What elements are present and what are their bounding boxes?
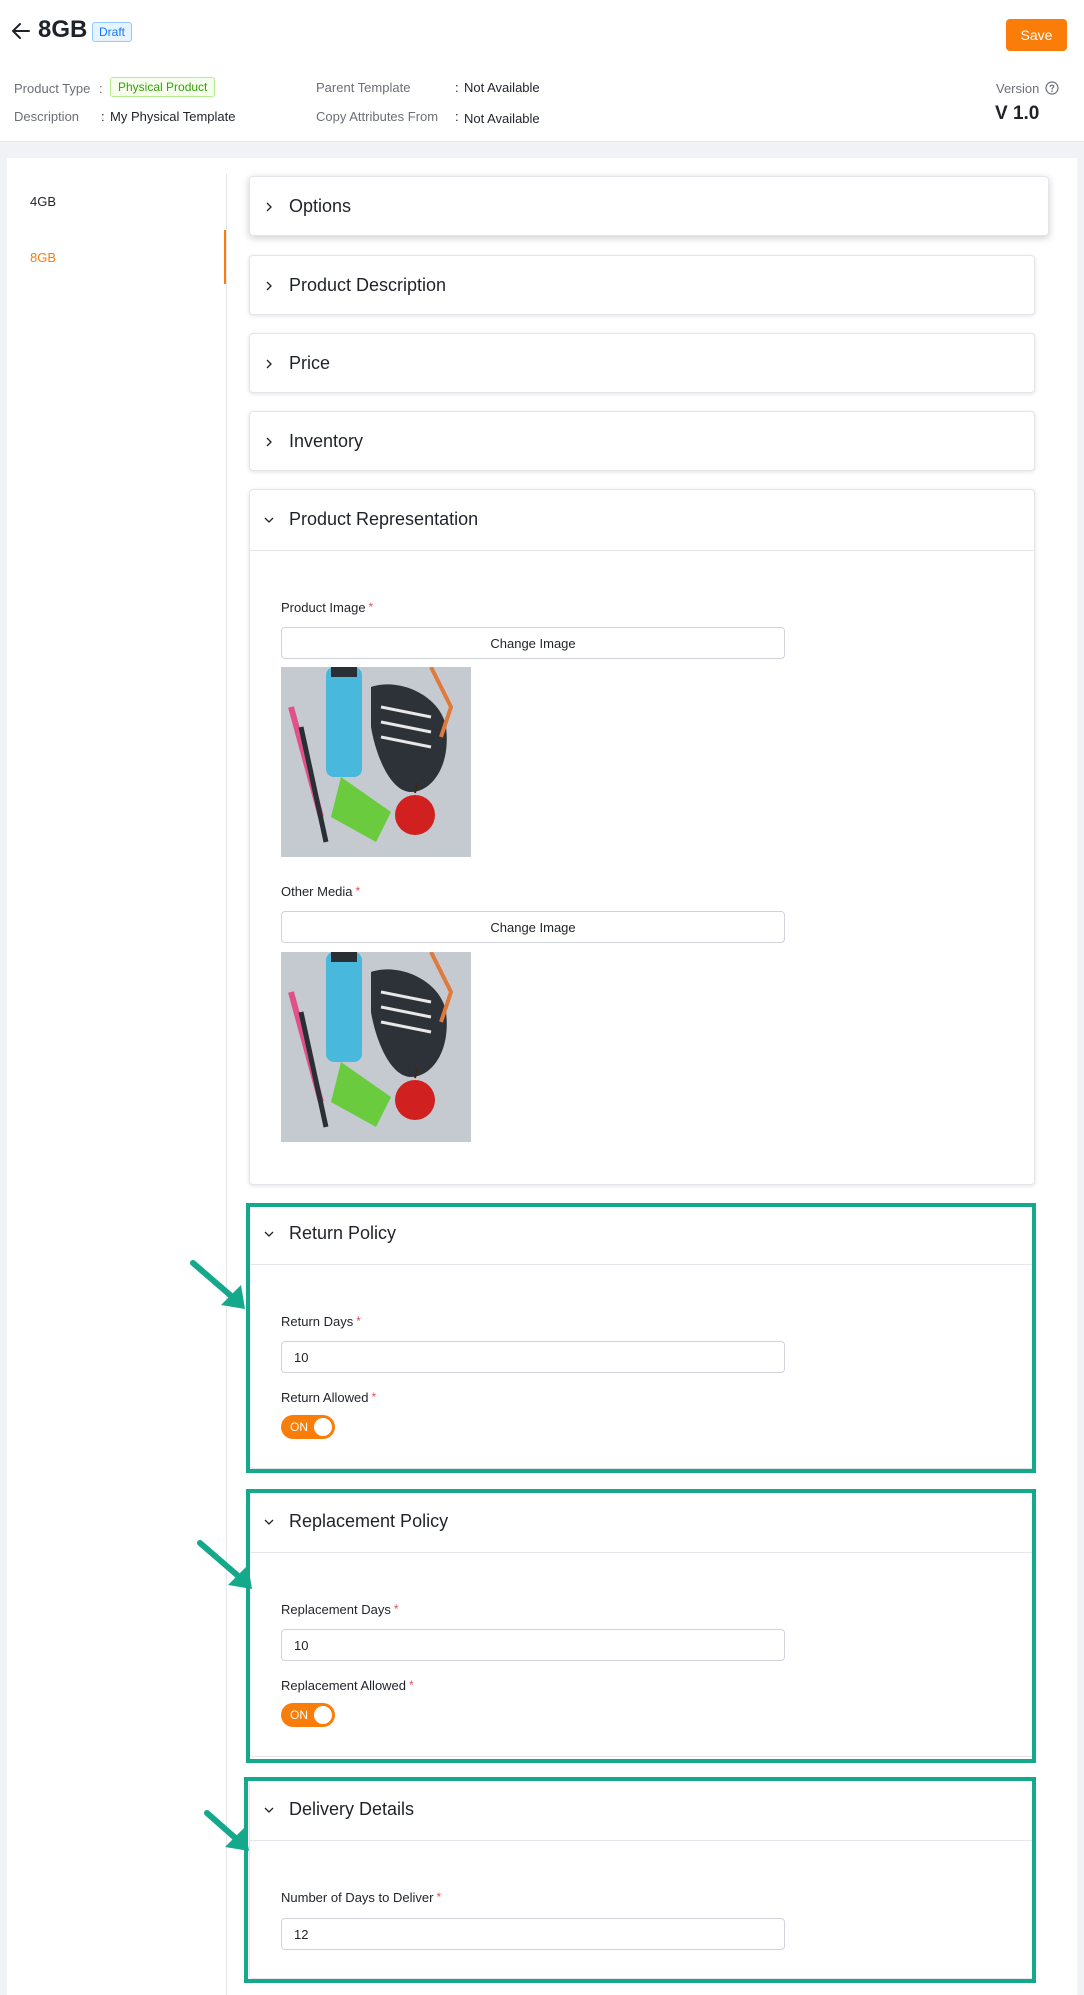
chevron-right-icon <box>266 202 272 212</box>
product-representation-title: Product Representation <box>289 509 479 529</box>
chevron-down-icon <box>264 1519 274 1525</box>
required-mark: * <box>436 1890 442 1904</box>
copy-attributes-value: Not Available <box>464 111 540 126</box>
days-to-deliver-label: Number of Days to Deliver * <box>281 1890 442 1905</box>
other-media-label: Other Media * <box>281 884 361 899</box>
product-description-panel-header[interactable]: Product Description <box>250 256 1034 316</box>
other-media-thumbnail <box>281 952 471 1142</box>
parent-template-value: Not Available <box>464 80 540 95</box>
days-to-deliver-input[interactable] <box>281 1918 785 1950</box>
product-representation-panel: Product Representation Product Image * Ch… <box>249 489 1035 1185</box>
return-allowed-label: Return Allowed * <box>281 1390 377 1405</box>
change-other-media-button[interactable]: Change Image <box>281 911 785 943</box>
price-title: Price <box>289 353 331 373</box>
colon-separator: : <box>101 109 105 124</box>
options-title: Options <box>289 196 352 216</box>
return-allowed-toggle[interactable]: ON <box>281 1415 335 1439</box>
product-representation-body: Product Image * Change Image Other Media *… <box>250 550 1034 1184</box>
delivery-details-title: Delivery Details <box>289 1799 415 1819</box>
copy-attributes-label: Copy Attributes From <box>316 109 439 124</box>
change-product-image-button[interactable]: Change Image <box>281 627 785 659</box>
replacement-days-input[interactable] <box>281 1629 785 1661</box>
return-policy-panel-header[interactable]: Return Policy <box>250 1204 1034 1264</box>
required-mark: * <box>409 1678 414 1692</box>
required-mark: * <box>355 884 361 898</box>
help-circle-icon[interactable] <box>1045 81 1059 95</box>
colon-separator: : <box>455 80 459 95</box>
replacement-days-label: Replacement Days * <box>281 1602 399 1617</box>
sidebar-item-4gb[interactable]: 4GB <box>30 194 56 209</box>
inventory-panel-header[interactable]: Inventory <box>250 412 1034 472</box>
product-representation-panel-header[interactable]: Product Representation <box>250 490 1034 550</box>
chevron-down-icon <box>264 1807 274 1813</box>
replacement-allowed-label: Replacement Allowed * <box>281 1678 414 1693</box>
status-badge: Draft <box>92 22 133 42</box>
toggle-knob <box>314 1418 332 1436</box>
delivery-details-body: Number of Days to Deliver * <box>250 1840 1034 1978</box>
description-label: Description <box>14 109 80 124</box>
delivery-details-panel: Delivery Details Number of Days to Deliv… <box>249 1779 1035 1979</box>
replacement-policy-title: Replacement Policy <box>289 1511 449 1531</box>
page-title: 8GB <box>38 16 88 43</box>
replacement-policy-body: Replacement Days* Replacement Allowed* O… <box>250 1552 1034 1756</box>
toggle-state-text: ON <box>290 1708 308 1722</box>
inventory-title: Inventory <box>289 431 364 451</box>
save-button[interactable]: Save <box>1006 19 1067 51</box>
return-days-label: Return Days * <box>281 1314 361 1329</box>
product-image-thumbnail <box>281 667 471 857</box>
required-mark: * <box>368 600 374 614</box>
product-description-panel: Product Description <box>249 255 1035 315</box>
required-mark: * <box>393 1602 399 1616</box>
replacement-allowed-toggle[interactable]: ON <box>281 1703 335 1727</box>
chevron-down-icon <box>264 1231 274 1237</box>
description-value: My Physical Template <box>110 109 236 124</box>
price-panel: Price <box>249 333 1035 393</box>
toggle-state-text: ON <box>290 1420 308 1434</box>
version-value: V 1.0 <box>995 103 1040 124</box>
chevron-down-icon <box>264 517 274 523</box>
product-type-label: Product Type <box>14 81 91 96</box>
required-mark: * <box>356 1314 361 1328</box>
price-panel-header[interactable]: Price <box>250 334 1034 394</box>
product-image-label: Product Image * <box>281 600 374 615</box>
chevron-right-icon <box>266 437 272 447</box>
required-mark: * <box>371 1390 377 1404</box>
return-policy-body: Return Days* Return Allowed* ON <box>250 1264 1034 1468</box>
product-type-badge: Physical Product <box>110 77 216 97</box>
replacement-policy-panel: Replacement Policy Replacement Days* Rep… <box>249 1491 1035 1757</box>
return-policy-title: Return Policy <box>289 1223 397 1243</box>
delivery-details-panel-header[interactable]: Delivery Details <box>250 1780 1034 1840</box>
sidebar-divider <box>226 174 227 1995</box>
product-description-title: Product Description <box>289 275 447 295</box>
replacement-policy-panel-header[interactable]: Replacement Policy <box>250 1492 1034 1552</box>
inventory-panel: Inventory <box>249 411 1035 471</box>
options-panel: Options <box>249 176 1049 236</box>
return-policy-panel: Return Policy Return Days* Return Allowe… <box>249 1203 1035 1469</box>
colon-separator: : <box>455 109 459 124</box>
sidebar-item-8gb[interactable]: 8GB <box>30 250 56 265</box>
toggle-knob <box>314 1706 332 1724</box>
options-panel-header[interactable]: Options <box>250 177 1048 237</box>
page-header: 8GB Draft Save Product Type : Physical P… <box>0 0 1084 142</box>
chevron-right-icon <box>266 281 272 291</box>
back-arrow-icon[interactable] <box>10 20 32 42</box>
version-label: Version <box>996 81 1040 96</box>
colon-separator: : <box>99 81 103 96</box>
chevron-right-icon <box>266 359 272 369</box>
parent-template-label: Parent Template <box>316 80 411 95</box>
return-days-input[interactable] <box>281 1341 785 1373</box>
